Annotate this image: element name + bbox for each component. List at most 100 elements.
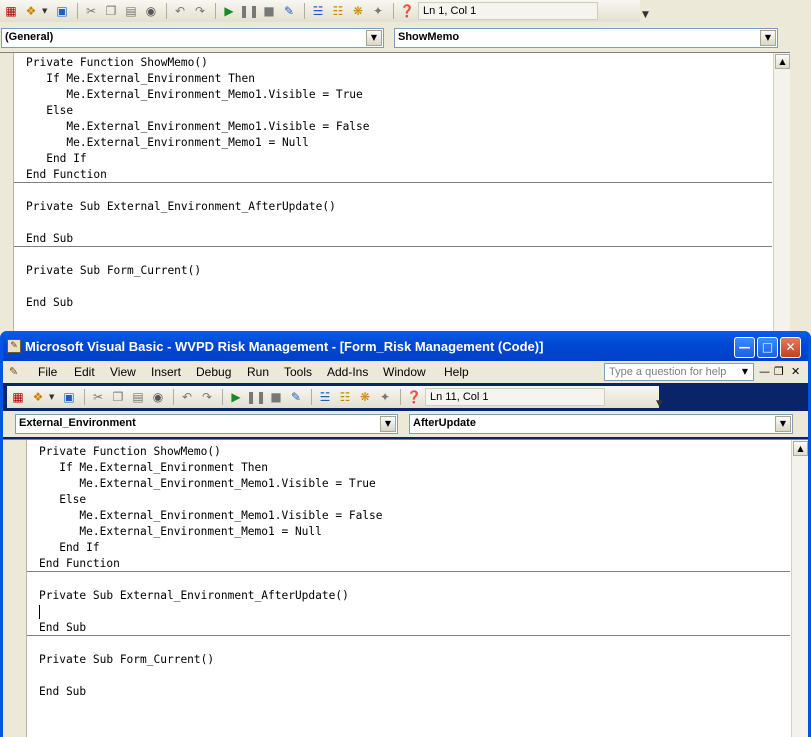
project-explorer-icon[interactable]: ☱ bbox=[316, 388, 334, 406]
code-procedure[interactable]: Private Function ShowMemo() If Me.Extern… bbox=[26, 55, 370, 183]
find-icon[interactable]: ◉ bbox=[142, 2, 160, 20]
cursor-position-status: Ln 1, Col 1 bbox=[418, 2, 598, 20]
run-icon[interactable]: ▶ bbox=[227, 388, 245, 406]
chevron-down-icon[interactable]: ▼ bbox=[49, 393, 56, 401]
text-caret bbox=[39, 605, 40, 619]
toolbar-separator bbox=[311, 389, 312, 405]
code-procedure[interactable]: Private Function ShowMemo() If Me.Extern… bbox=[39, 444, 383, 572]
access-icon[interactable]: ▦ bbox=[9, 388, 27, 406]
menu-debug[interactable]: Debug bbox=[196, 365, 231, 379]
procedure-combo[interactable]: AfterUpdate ▼ bbox=[409, 414, 793, 434]
vertical-scrollbar[interactable]: ▲ bbox=[791, 440, 808, 737]
code-window-icon[interactable]: ✎ bbox=[9, 365, 25, 379]
copy-icon[interactable]: ❐ bbox=[109, 388, 127, 406]
redo-icon[interactable]: ↷ bbox=[198, 388, 216, 406]
toolbar-separator bbox=[77, 3, 78, 19]
reset-icon[interactable]: ■ bbox=[267, 388, 285, 406]
code-editor[interactable]: Private Function ShowMemo() If Me.Extern… bbox=[3, 439, 808, 737]
menu-insert[interactable]: Insert bbox=[151, 365, 181, 379]
menu-add-ins[interactable]: Add-Ins bbox=[327, 365, 368, 379]
redo-icon[interactable]: ↷ bbox=[191, 2, 209, 20]
chevron-down-icon[interactable]: ▼ bbox=[366, 30, 382, 46]
scroll-up-icon[interactable]: ▲ bbox=[793, 441, 808, 456]
ask-question-box[interactable]: Type a question for help ▼ bbox=[604, 363, 754, 381]
undo-icon[interactable]: ↶ bbox=[178, 388, 196, 406]
save-icon[interactable]: ▣ bbox=[60, 388, 78, 406]
cut-icon[interactable]: ✂ bbox=[89, 388, 107, 406]
access-icon[interactable]: ▦ bbox=[2, 2, 20, 20]
toolbar-separator bbox=[215, 3, 216, 19]
chevron-down-icon[interactable]: ▼ bbox=[738, 365, 752, 379]
mdi-minimize-icon[interactable]: — bbox=[759, 365, 770, 378]
code-editor[interactable]: Private Function ShowMemo() If Me.Extern… bbox=[0, 52, 790, 331]
code-procedure[interactable]: Private Sub Form_Current() End Sub bbox=[39, 652, 214, 700]
menu-bar: ✎ File Edit View Insert Debug Run Tools … bbox=[3, 361, 808, 383]
copy-icon[interactable]: ❐ bbox=[102, 2, 120, 20]
toolbar-separator bbox=[222, 389, 223, 405]
mdi-restore-icon[interactable]: ❐ bbox=[774, 365, 784, 378]
object-combo-value: (General) bbox=[5, 31, 54, 43]
toolbar-options-icon[interactable]: ▼ bbox=[642, 10, 649, 20]
menu-tools[interactable]: Tools bbox=[284, 365, 312, 379]
combo-row: (General) ▼ ShowMemo ▼ bbox=[0, 25, 811, 51]
chevron-down-icon[interactable]: ▼ bbox=[42, 7, 49, 15]
procedure-separator bbox=[27, 635, 790, 636]
menu-file[interactable]: File bbox=[38, 365, 57, 379]
insert-form-icon[interactable]: ❖ bbox=[22, 2, 40, 20]
help-placeholder: Type a question for help bbox=[609, 366, 727, 378]
paste-icon[interactable]: ▤ bbox=[122, 2, 140, 20]
properties-icon[interactable]: ☷ bbox=[336, 388, 354, 406]
code-procedure[interactable]: Private Sub External_Environment_AfterUp… bbox=[26, 199, 336, 247]
menu-help[interactable]: Help bbox=[444, 365, 469, 379]
vertical-scrollbar[interactable]: ▲ bbox=[773, 53, 790, 331]
properties-icon[interactable]: ☷ bbox=[329, 2, 347, 20]
cursor-position-status: Ln 11, Col 1 bbox=[425, 388, 605, 406]
maximize-button[interactable]: □ bbox=[757, 337, 778, 358]
reset-icon[interactable]: ■ bbox=[260, 2, 278, 20]
title-bar[interactable]: ✎ Microsoft Visual Basic - WVPD Risk Man… bbox=[3, 331, 808, 361]
toolbar-separator bbox=[400, 389, 401, 405]
help-icon[interactable]: ❓ bbox=[398, 2, 416, 20]
help-icon[interactable]: ❓ bbox=[405, 388, 423, 406]
object-browser-icon[interactable]: ❋ bbox=[356, 388, 374, 406]
chevron-down-icon[interactable]: ▼ bbox=[380, 416, 396, 432]
menu-window[interactable]: Window bbox=[383, 365, 426, 379]
object-combo[interactable]: External_Environment ▼ bbox=[15, 414, 398, 434]
scroll-up-icon[interactable]: ▲ bbox=[775, 54, 790, 69]
menu-view[interactable]: View bbox=[110, 365, 136, 379]
insert-form-icon[interactable]: ❖ bbox=[29, 388, 47, 406]
combo-row: External_Environment ▼ AfterUpdate ▼ bbox=[3, 411, 808, 437]
mdi-close-icon[interactable]: ✕ bbox=[791, 365, 800, 378]
save-icon[interactable]: ▣ bbox=[53, 2, 71, 20]
design-mode-icon[interactable]: ✎ bbox=[287, 388, 305, 406]
paste-icon[interactable]: ▤ bbox=[129, 388, 147, 406]
toolbox-icon[interactable]: ✦ bbox=[369, 2, 387, 20]
run-icon[interactable]: ▶ bbox=[220, 2, 238, 20]
margin-indicator-bar[interactable] bbox=[3, 440, 27, 737]
break-icon[interactable]: ❚❚ bbox=[239, 2, 259, 20]
toolbar-separator bbox=[166, 3, 167, 19]
minimize-button[interactable]: — bbox=[734, 337, 755, 358]
object-combo[interactable]: (General) ▼ bbox=[1, 28, 384, 48]
design-mode-icon[interactable]: ✎ bbox=[280, 2, 298, 20]
standard-toolbar: ▦ ❖ ▼ ▣ ✂ ❐ ▤ ◉ ↶ ↷ ▶ ❚❚ ■ ✎ ☱ ☷ ❋ ✦ ❓ Ln… bbox=[0, 0, 640, 22]
chevron-down-icon[interactable]: ▼ bbox=[760, 30, 776, 46]
code-procedure[interactable]: Private Sub External_Environment_AfterUp… bbox=[39, 588, 349, 636]
procedure-combo[interactable]: ShowMemo ▼ bbox=[394, 28, 778, 48]
undo-icon[interactable]: ↶ bbox=[171, 2, 189, 20]
close-button[interactable]: ✕ bbox=[780, 337, 801, 358]
project-explorer-icon[interactable]: ☱ bbox=[309, 2, 327, 20]
break-icon[interactable]: ❚❚ bbox=[246, 388, 266, 406]
margin-indicator-bar[interactable] bbox=[0, 53, 14, 331]
code-procedure[interactable]: Private Sub Form_Current() End Sub bbox=[26, 263, 201, 311]
menu-edit[interactable]: Edit bbox=[74, 365, 95, 379]
object-browser-icon[interactable]: ❋ bbox=[349, 2, 367, 20]
find-icon[interactable]: ◉ bbox=[149, 388, 167, 406]
cut-icon[interactable]: ✂ bbox=[82, 2, 100, 20]
toolbox-icon[interactable]: ✦ bbox=[376, 388, 394, 406]
toolbar-separator bbox=[393, 3, 394, 19]
toolbar-options-icon[interactable]: ▼ bbox=[656, 399, 663, 409]
vbe-app-icon[interactable]: ✎ bbox=[7, 339, 21, 353]
chevron-down-icon[interactable]: ▼ bbox=[775, 416, 791, 432]
menu-run[interactable]: Run bbox=[247, 365, 269, 379]
